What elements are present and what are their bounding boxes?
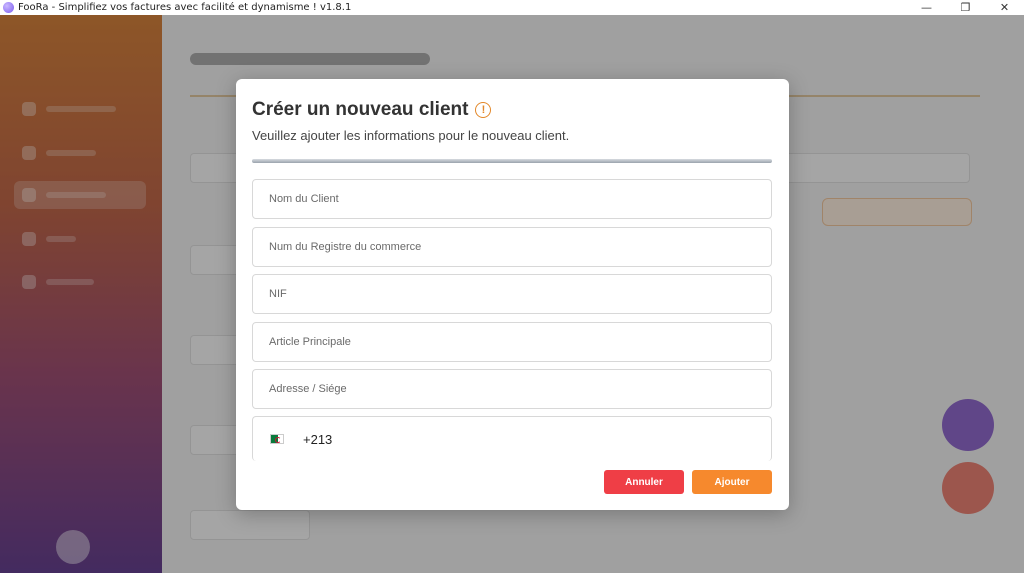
create-client-modal: Créer un nouveau client ! Veuillez ajout… <box>236 79 789 510</box>
phone-input[interactable] <box>340 417 771 461</box>
cancel-button[interactable]: Annuler <box>604 470 684 494</box>
window-controls: — ❐ ✕ <box>907 0 1024 15</box>
maximize-button[interactable]: ❐ <box>946 0 985 15</box>
trade-register-input[interactable] <box>252 227 772 267</box>
modal-subtitle: Veuillez ajouter les informations pour l… <box>252 128 570 143</box>
modal-header: Créer un nouveau client ! Veuillez ajout… <box>252 99 569 143</box>
address-input[interactable] <box>252 369 772 409</box>
modal-title-text: Créer un nouveau client <box>252 99 469 120</box>
minimize-button[interactable]: — <box>907 0 946 15</box>
nif-input[interactable] <box>252 274 772 314</box>
phone-country-code: +213 <box>303 431 333 447</box>
modal-divider <box>252 159 772 163</box>
app-logo-icon <box>3 2 14 13</box>
window-title: FooRa - Simplifiez vos factures avec fac… <box>18 2 352 13</box>
phone-field[interactable]: +213 <box>252 416 772 461</box>
client-name-input[interactable] <box>252 179 772 219</box>
algeria-flag-icon[interactable] <box>270 434 284 444</box>
modal-title: Créer un nouveau client ! <box>252 99 569 121</box>
window-titlebar: FooRa - Simplifiez vos factures avec fac… <box>0 0 1024 15</box>
main-article-input[interactable] <box>252 322 772 362</box>
close-button[interactable]: ✕ <box>985 0 1024 15</box>
add-client-button[interactable]: Ajouter <box>692 470 772 494</box>
exclamation-circle-icon: ! <box>475 102 492 118</box>
